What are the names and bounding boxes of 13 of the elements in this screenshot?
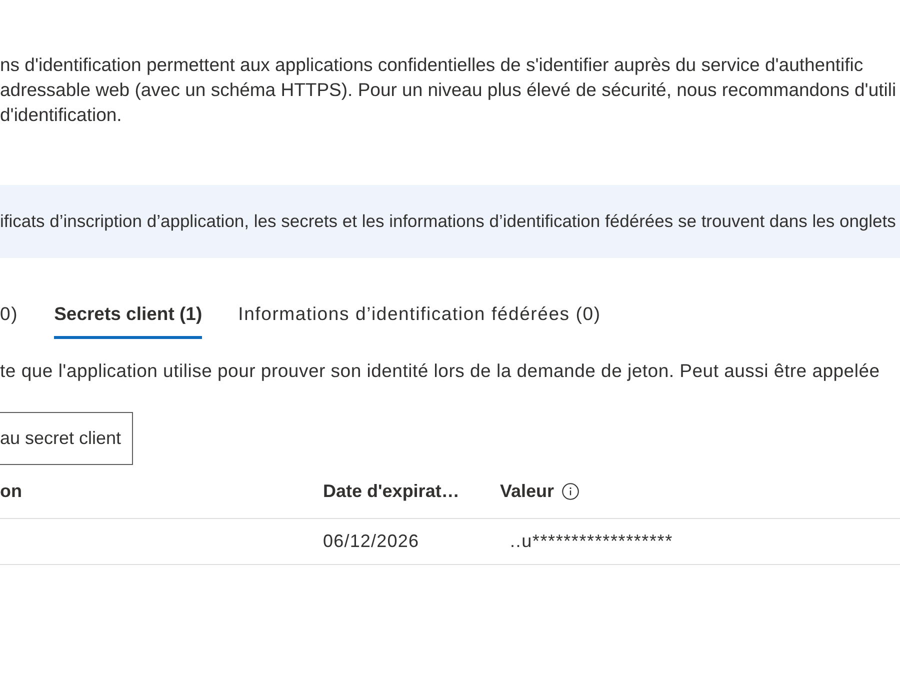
tab-description-text: te que l'application utilise pour prouver son identité lors de la demande de jeton. Peut aussi être appelée xyxy=(0,359,880,383)
column-header: Valeur xyxy=(500,480,554,503)
secret-value: ..u****************** xyxy=(510,531,673,551)
info-icon[interactable] xyxy=(562,483,580,500)
table-cell: 06/12/2026 xyxy=(323,531,420,551)
column-header: Date d'expirat… xyxy=(323,480,460,503)
description-text: ns d'identification permettent aux applications confidentielles de s'identifier auprès du service d'authentific adressable web (avec un schéma HTTPS). Pour un niveau plus élevé de sécurité, nous recommandons d'utili d'identification. xyxy=(0,53,896,127)
info-banner-text: ificats d’inscription d’application, les secrets et les informations d’identification fédérées se trouvent dans les onglets xyxy=(0,210,896,234)
tab[interactable]: 0) xyxy=(0,300,18,339)
tab[interactable]: Secrets client (1) xyxy=(54,300,202,339)
column-header: on xyxy=(0,480,22,503)
tab[interactable]: Informations d’identification fédérées (0) xyxy=(238,300,601,339)
add-secret-button[interactable]: au secret client xyxy=(0,412,134,465)
